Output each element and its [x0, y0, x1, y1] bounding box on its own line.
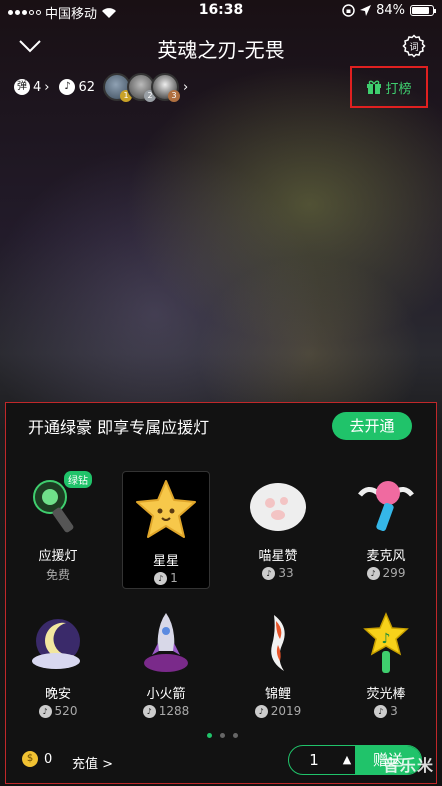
price-value: 免费 — [45, 568, 70, 582]
orientation-lock-icon — [342, 4, 355, 17]
gift-panel: 开通绿豪 即享专属应援灯 去开通 绿钻 应援灯 免费 星星 ♪ 1 喵星赞 ♪ … — [5, 402, 437, 784]
open-membership-button[interactable]: 去开通 — [332, 412, 412, 440]
gift-item-light-stick[interactable]: 绿钻 应援灯 免费 — [14, 467, 102, 585]
price-value: 1288 — [158, 704, 190, 718]
status-bar: 中国移动 16:38 84% — [0, 0, 442, 22]
danmaku-stat[interactable]: 弹 4 › — [14, 79, 49, 95]
status-right: 84% — [342, 3, 436, 18]
gift-item-good-night[interactable]: 晚安 ♪ 520 — [14, 605, 102, 723]
price-value: 1 — [170, 571, 178, 585]
quantity-value[interactable]: 1 — [289, 746, 339, 774]
gift-footer: $ 0 充值 > 1 ▲ 赠送 — [6, 745, 438, 777]
balance: $ 0 — [22, 751, 52, 767]
rank-button[interactable]: 打榜 — [350, 66, 428, 108]
stats-row: 弹 4 › ♪ 62 1 2 3 › — [14, 72, 188, 102]
coin-icon: ♪ — [59, 79, 76, 95]
gift-price: ♪ 520 — [14, 704, 102, 718]
balance-value: 0 — [44, 751, 53, 767]
battery-icon — [410, 5, 436, 16]
coin-icon: ♪ — [366, 566, 380, 580]
gift-price: ♪ 1288 — [122, 704, 210, 718]
avatar: 3 — [151, 73, 181, 102]
gift-item-koi[interactable]: 锦鲤 ♪ 2019 — [234, 605, 322, 723]
price-value: 299 — [382, 566, 406, 580]
gift-price: ♪ 33 — [234, 566, 322, 580]
gift-item-glow-stick[interactable]: ♪ 荧光棒 ♪ 3 — [342, 605, 430, 723]
watermark: 音乐米 — [382, 756, 434, 775]
gift-item-star[interactable]: 星星 ♪ 1 — [122, 471, 210, 589]
price-value: 2019 — [270, 704, 302, 718]
price-value: 520 — [54, 704, 78, 718]
coin-stat[interactable]: ♪ 62 — [59, 79, 95, 95]
chevron-right-icon: › — [44, 79, 50, 95]
chevron-right-icon: › — [183, 79, 189, 95]
coin-count: 62 — [78, 79, 96, 95]
coin-icon: ♪ — [254, 704, 268, 718]
page-title: 英魂之刃-无畏 — [157, 38, 285, 62]
gift-icon — [367, 80, 382, 94]
gift-name: 星星 — [152, 554, 179, 569]
gift-item-microphone[interactable]: 麦克风 ♪ 299 — [342, 467, 430, 585]
battery-text: 84% — [376, 3, 405, 18]
rocket-icon — [144, 613, 188, 672]
gift-price: ♪ 3 — [342, 704, 430, 718]
svg-text:词: 词 — [409, 42, 418, 53]
gold-coin-icon: $ — [22, 751, 38, 767]
gift-price: ♪ 2019 — [234, 704, 322, 718]
green-diamond-badge: 绿钻 — [64, 471, 92, 488]
gift-name: 晚安 — [44, 687, 71, 702]
coin-icon: ♪ — [142, 704, 156, 718]
chevron-up-icon[interactable]: ▲ — [339, 746, 355, 774]
gift-item-cat-paw[interactable]: 喵星赞 ♪ 33 — [234, 467, 322, 585]
gift-item-rocket[interactable]: 小火箭 ♪ 1288 — [122, 605, 210, 723]
promo-text: 开通绿豪 即享专属应援灯 — [28, 418, 210, 437]
gift-price: 免费 — [14, 566, 102, 583]
coin-icon: ♪ — [262, 566, 276, 580]
coin-icon: ♪ — [374, 704, 388, 718]
koi-icon — [271, 615, 285, 671]
cat-paw-icon — [250, 483, 306, 531]
coin-icon: ♪ — [38, 704, 52, 718]
page-dot[interactable] — [206, 733, 212, 738]
top-fans-avatars[interactable]: 1 2 3 › — [103, 73, 189, 102]
moon-icon — [32, 619, 80, 669]
gift-name: 锦鲤 — [264, 687, 291, 702]
danmaku-icon: 弹 — [14, 79, 30, 95]
gift-price: ♪ 1 — [123, 571, 209, 585]
gift-price: ♪ 299 — [342, 566, 430, 580]
gift-name: 麦克风 — [366, 549, 406, 564]
page-dot[interactable] — [232, 733, 238, 738]
svg-text:♪: ♪ — [382, 631, 391, 647]
gift-name: 荧光棒 — [366, 687, 406, 702]
rank-button-label: 打榜 — [385, 81, 412, 97]
coin-icon: ♪ — [154, 571, 168, 585]
location-icon — [360, 5, 372, 16]
price-value: 3 — [390, 704, 398, 718]
gift-name: 应援灯 — [38, 549, 78, 564]
microphone-icon — [358, 481, 414, 532]
glow-stick-icon: ♪ — [363, 612, 409, 673]
gift-name: 喵星赞 — [258, 549, 298, 564]
page-dot[interactable] — [219, 733, 225, 738]
price-value: 33 — [278, 566, 294, 580]
star-icon — [136, 480, 196, 538]
recharge-link[interactable]: 充值 > — [72, 753, 113, 772]
settings-gear-icon[interactable]: 词 — [402, 34, 426, 58]
danmaku-count: 4 — [33, 79, 42, 95]
gift-name: 小火箭 — [146, 687, 186, 702]
rank-badge: 3 — [168, 90, 181, 102]
page-indicator — [6, 733, 438, 738]
header: 英魂之刃-无畏 词 — [0, 28, 442, 64]
